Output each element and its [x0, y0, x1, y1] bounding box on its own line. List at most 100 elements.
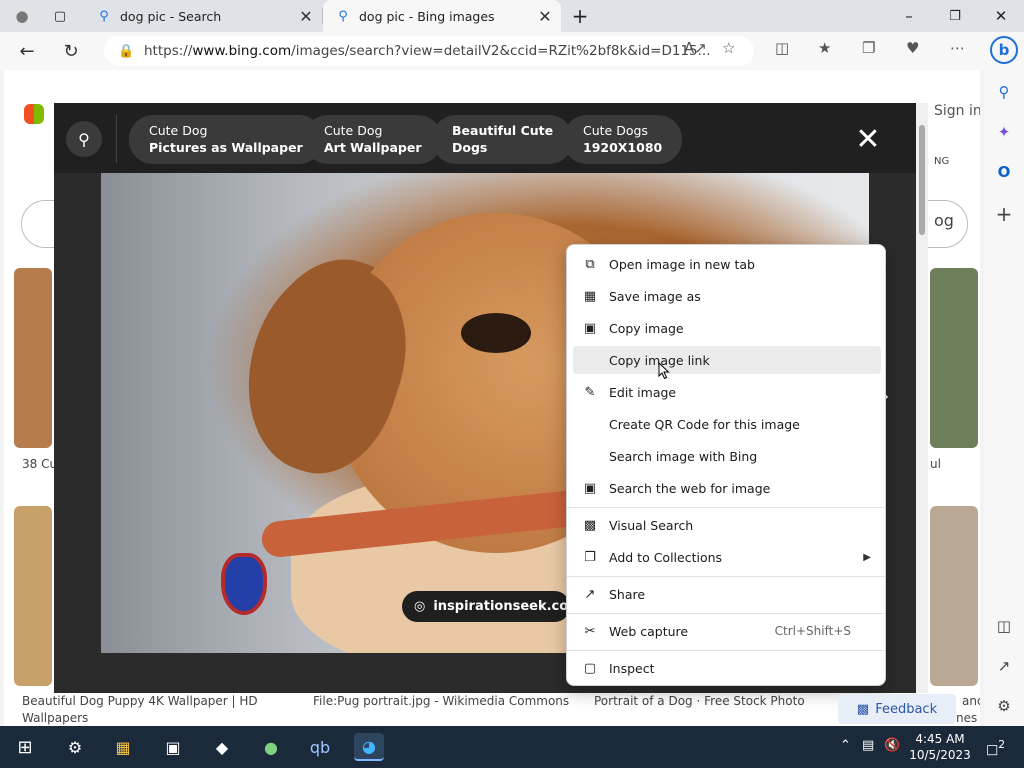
outlook-icon[interactable]: O: [992, 160, 1016, 184]
back-button[interactable]: ←: [12, 36, 42, 66]
result-caption[interactable]: nes: [956, 711, 977, 725]
menu-item-label: Web capture: [609, 623, 689, 639]
read-aloud-icon[interactable]: A↗: [684, 39, 707, 57]
inspect-icon: ▢: [583, 660, 597, 676]
windows-start-icon[interactable]: ⊞: [10, 733, 40, 761]
profile-icon[interactable]: ●: [4, 0, 40, 32]
url-text[interactable]: https://www.bing.com/images/search?view=…: [144, 43, 754, 59]
menu-item-edit-image[interactable]: ✎ Edit image: [573, 378, 881, 406]
result-thumbnail[interactable]: [14, 506, 52, 686]
restore-button[interactable]: ❐: [932, 0, 978, 32]
new-tab-icon: ⧉: [585, 256, 595, 272]
edge-browser-icon[interactable]: ◕: [354, 733, 384, 761]
chip-line-1: Beautiful Cute: [452, 123, 554, 138]
feedback-button[interactable]: ▩ Feedback: [838, 694, 956, 724]
menu-item-search-image-bing[interactable]: Search image with Bing: [573, 442, 881, 470]
sidebar-toggle-icon[interactable]: ◫: [992, 614, 1016, 638]
related-searches-bar: ⚲ Cute Dog Pictures as Wallpaper Cute Do…: [54, 103, 916, 173]
notifications-icon[interactable]: □2: [986, 738, 1005, 757]
lock-icon[interactable]: 🔒: [118, 44, 134, 59]
more-menu-icon[interactable]: ⋯: [950, 39, 965, 57]
photo-shape: [461, 313, 531, 353]
close-window-button[interactable]: ✕: [978, 0, 1024, 32]
menu-item-copy-image-link[interactable]: Copy image link: [573, 346, 881, 374]
sign-in-link[interactable]: Sign in: [934, 103, 980, 119]
browser-essentials-icon[interactable]: ♥: [906, 39, 919, 57]
keyboard-shortcut: Ctrl+Shift+S: [774, 624, 851, 638]
microsoft-logo-icon[interactable]: [24, 104, 44, 124]
menu-item-search-web-for-image[interactable]: ▣ Search the web for image: [573, 474, 881, 502]
chip-line-2: Dogs: [452, 140, 488, 155]
new-tab-button[interactable]: +: [565, 0, 595, 32]
roblox-icon[interactable]: ◆: [207, 733, 237, 761]
tray-chevron-icon[interactable]: ⌃: [840, 738, 851, 753]
settings-gear-icon[interactable]: ⚙: [992, 694, 1016, 718]
menu-item-add-to-collections[interactable]: ❐ Add to Collections ▶: [573, 543, 881, 571]
menu-item-open-image-new-tab[interactable]: ⧉ Open image in new tab: [573, 250, 881, 278]
favorites-icon[interactable]: ★: [818, 39, 831, 57]
tab-actions-icon[interactable]: ▢: [40, 0, 80, 32]
minimize-button[interactable]: –: [886, 0, 932, 32]
tab-dog-pic-search[interactable]: ⚲ dog pic - Search ✕: [84, 0, 322, 32]
result-thumbnail[interactable]: [930, 506, 978, 686]
system-clock[interactable]: 4:45 AM 10/5/2023: [908, 731, 972, 763]
filter-pill[interactable]: [21, 200, 55, 248]
bing-copilot-icon[interactable]: b: [990, 36, 1018, 64]
menu-item-create-qr-code[interactable]: Create QR Code for this image: [573, 410, 881, 438]
network-icon[interactable]: ▤: [862, 738, 874, 753]
split-screen-icon[interactable]: ◫: [775, 39, 789, 57]
app-icon[interactable]: ▣: [158, 733, 188, 761]
collections-icon: ❐: [584, 549, 596, 565]
favorite-star-icon[interactable]: ☆: [722, 39, 735, 57]
menu-item-web-capture[interactable]: ✂ Web capture Ctrl+Shift+S: [573, 617, 881, 645]
file-explorer-icon[interactable]: ▦: [108, 733, 138, 761]
related-search-chip[interactable]: Cute Dog Art Wallpaper: [304, 115, 442, 164]
related-search-chip[interactable]: Cute Dog Pictures as Wallpaper: [129, 115, 323, 164]
result-thumbnail[interactable]: [14, 268, 52, 448]
photo-shape: [221, 553, 267, 615]
viewer-scrollbar[interactable]: [916, 103, 928, 693]
address-bar[interactable]: 🔒 https://www.bing.com/images/search?vie…: [104, 36, 754, 66]
installer-icon[interactable]: ●: [256, 733, 286, 761]
source-badge[interactable]: ◎ inspirationseek.com: [402, 591, 582, 622]
result-caption[interactable]: File:Pug portrait.jpg - Wikimedia Common…: [313, 694, 569, 708]
external-link-icon[interactable]: ↗: [992, 654, 1016, 678]
related-search-chip[interactable]: Beautiful Cute Dogs: [432, 115, 574, 164]
result-caption[interactable]: Beautiful Dog Puppy 4K Wallpaper | HD: [22, 694, 258, 708]
result-caption[interactable]: 38 Cu: [22, 457, 57, 471]
result-caption[interactable]: Portrait of a Dog · Free Stock Photo: [594, 694, 805, 708]
menu-item-label: Share: [609, 586, 646, 602]
menu-item-save-image-as[interactable]: ▦ Save image as: [573, 282, 881, 310]
add-icon[interactable]: +: [992, 202, 1016, 226]
close-icon[interactable]: ✕: [296, 6, 316, 26]
tab-dog-pic-bing-images[interactable]: ⚲ dog pic - Bing images ✕: [323, 0, 561, 32]
search-icon: ⚲: [99, 8, 109, 24]
scrollbar-thumb[interactable]: [919, 125, 925, 235]
menu-item-label: Add to Collections: [609, 549, 723, 565]
globe-icon: ◎: [414, 598, 426, 614]
volume-muted-icon[interactable]: 🔇: [884, 738, 900, 753]
related-search-chip[interactable]: Cute Dogs 1920X1080: [563, 115, 683, 164]
source-domain: inspirationseek.com: [433, 599, 582, 614]
menu-item-inspect[interactable]: ▢ Inspect: [573, 654, 881, 682]
menu-separator: [567, 507, 885, 508]
menu-item-label: Copy image: [609, 320, 684, 336]
collections-icon[interactable]: ❐: [862, 39, 875, 57]
steam-icon[interactable]: ⚙: [60, 733, 90, 761]
qbittorrent-icon[interactable]: qb: [305, 733, 335, 761]
result-caption[interactable]: and: [962, 694, 980, 708]
menu-item-share[interactable]: ↗ Share: [573, 580, 881, 608]
menu-item-visual-search[interactable]: ▩ Visual Search: [573, 511, 881, 539]
result-caption[interactable]: ul: [930, 457, 941, 471]
search-icon[interactable]: ⚲: [992, 80, 1016, 104]
close-icon[interactable]: ✕: [535, 6, 555, 26]
result-caption[interactable]: Wallpapers: [22, 711, 88, 725]
url-scheme: https://: [144, 43, 193, 59]
close-viewer-button[interactable]: ✕: [852, 122, 884, 157]
search-icon[interactable]: ⚲: [66, 121, 102, 157]
refresh-button[interactable]: ↻: [56, 36, 86, 66]
tools-icon[interactable]: ✦: [992, 120, 1016, 144]
result-thumbnail[interactable]: [930, 268, 978, 448]
menu-item-copy-image[interactable]: ▣ Copy image: [573, 314, 881, 342]
